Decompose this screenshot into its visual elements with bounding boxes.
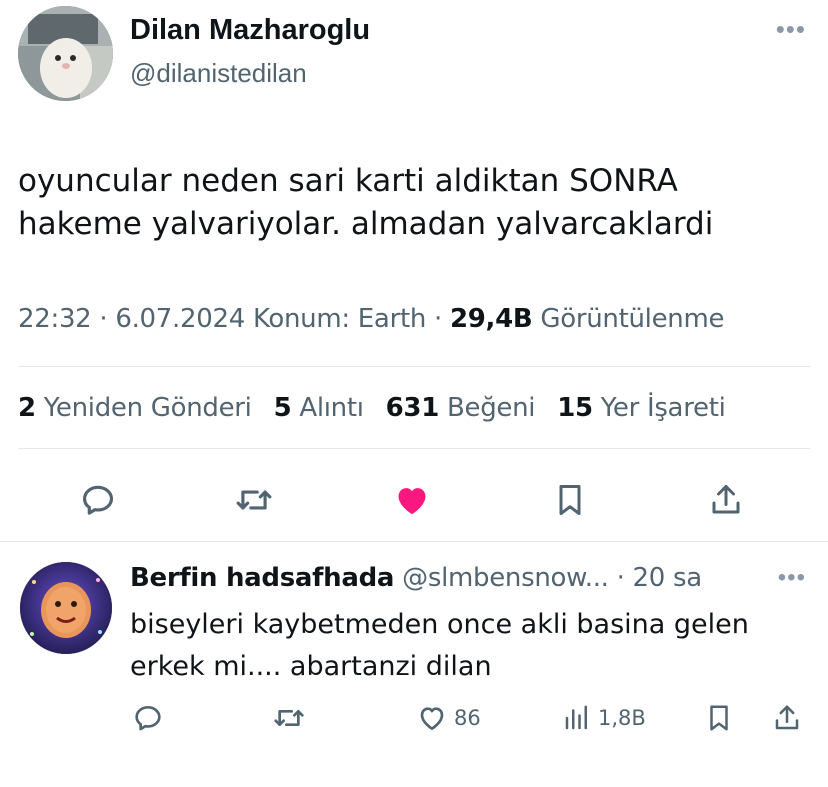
reply-handle[interactable]: @slmbensnow... — [402, 563, 609, 593]
reply-likes-count: 86 — [454, 706, 481, 730]
share-icon — [775, 705, 799, 730]
reply-header: Berfin hadsafhada @slmbensnow... · 20 sa — [130, 563, 702, 593]
reply-text-line: erkek mi.... abartanzi dilan — [130, 651, 492, 682]
reply-share-button[interactable] — [772, 700, 802, 736]
reply-reply-button[interactable] — [132, 700, 164, 736]
quotes-stat[interactable]: 5 Alıntı — [274, 393, 364, 423]
bookmark-icon — [710, 705, 728, 731]
reply-bookmark-button[interactable] — [704, 700, 734, 736]
heart-icon[interactable] — [390, 478, 434, 522]
retweets-count: 2 — [18, 393, 36, 423]
tweet-text: oyuncular neden sari karti aldiktan SONR… — [18, 160, 798, 246]
more-icon[interactable]: ••• — [776, 16, 806, 42]
bookmarks-stat[interactable]: 15 Yer İşareti — [557, 393, 726, 423]
heart-icon — [420, 707, 444, 730]
reply-display-name[interactable]: Berfin hadsafhada — [130, 563, 394, 593]
tweet-metadata: 22:32 · 6.07.2024 Konum: Earth · 29,4B G… — [18, 304, 725, 334]
divider — [0, 541, 828, 542]
tweet-date[interactable]: 6.07.2024 — [115, 304, 245, 334]
likes-stat[interactable]: 631 Beğeni — [386, 393, 536, 423]
reply-icon — [135, 706, 161, 731]
bookmarks-count: 15 — [557, 393, 593, 423]
tweet-location: Konum: Earth — [252, 304, 427, 334]
quotes-label: Alıntı — [299, 393, 364, 423]
views-count: 29,4B — [449, 304, 533, 334]
more-icon[interactable]: ••• — [778, 566, 806, 590]
views-icon — [565, 705, 587, 730]
bookmarks-label: Yer İşareti — [600, 393, 726, 423]
author-avatar[interactable] — [18, 6, 113, 101]
quotes-count: 5 — [273, 393, 292, 423]
bookmark-icon[interactable] — [548, 478, 592, 522]
author-handle[interactable]: @dilanistedilan — [130, 58, 307, 89]
tweet-text-line: hakeme yalvariyolar. almadan yalvarcakla… — [18, 206, 714, 242]
reply-views-button[interactable]: 1,8B — [562, 700, 646, 736]
reply-like-button[interactable]: 86 — [416, 700, 481, 736]
likes-label: Beğeni — [446, 393, 536, 423]
tweet-time[interactable]: 22:32 — [18, 304, 92, 334]
likes-count: 631 — [385, 393, 440, 423]
author-display-name[interactable]: Dilan Mazharoglu — [130, 14, 370, 47]
reply-text-line: biseyleri kaybetmeden once akli basina g… — [130, 609, 749, 640]
reply-icon[interactable] — [76, 478, 120, 522]
reply-retweet-button[interactable] — [272, 700, 306, 736]
reply-avatar[interactable] — [20, 562, 112, 654]
divider — [18, 366, 810, 367]
reply-text: biseyleri kaybetmeden once akli basina g… — [130, 604, 810, 688]
share-icon[interactable] — [704, 478, 748, 522]
engagement-stats: 2 Yeniden Gönderi 5 Alıntı 631 Beğeni 15… — [18, 393, 740, 423]
divider — [18, 448, 810, 449]
retweets-label: Yeniden Gönderi — [43, 393, 252, 423]
reply-views-count: 1,8B — [598, 706, 646, 730]
tweet-text-line: oyuncular neden sari karti aldiktan SONR… — [18, 163, 678, 199]
retweets-stat[interactable]: 2 Yeniden Gönderi — [18, 393, 252, 423]
separator: · — [616, 563, 625, 593]
views-label: Görüntülenme — [540, 304, 725, 334]
retweet-icon — [274, 710, 304, 726]
retweet-icon[interactable] — [232, 478, 276, 522]
reply-time[interactable]: 20 sa — [633, 563, 703, 593]
